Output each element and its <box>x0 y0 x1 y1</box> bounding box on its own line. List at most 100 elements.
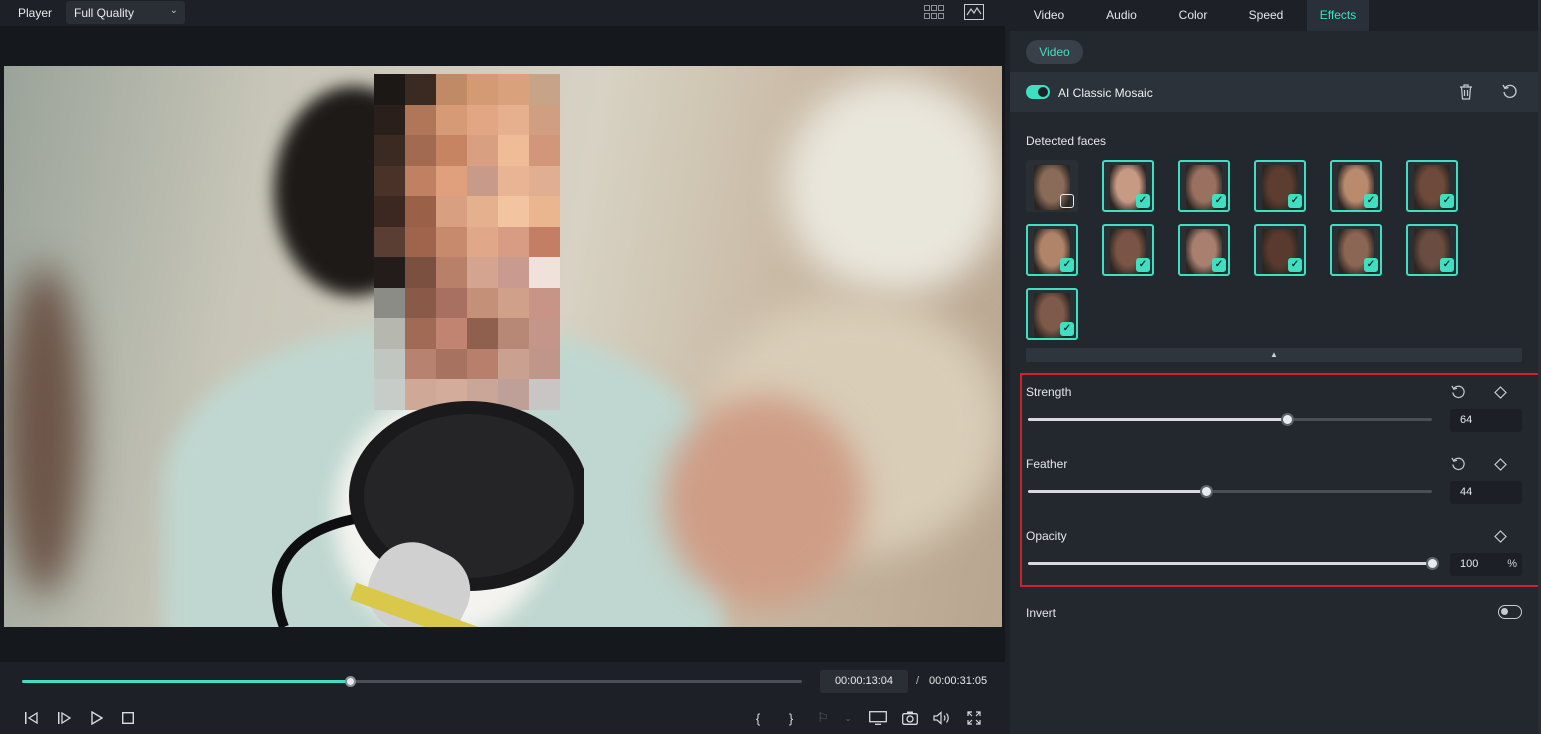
feather-reset-icon[interactable] <box>1449 455 1467 473</box>
face-thumbnail[interactable]: ✓ <box>1254 224 1306 276</box>
previous-frame-icon[interactable] <box>22 708 42 728</box>
subtab-video[interactable]: Video <box>1026 40 1083 64</box>
checkmark-icon[interactable]: ✓ <box>1288 258 1302 272</box>
shelf-shape <box>4 266 84 596</box>
checkmark-icon[interactable]: ✓ <box>1364 194 1378 208</box>
current-time[interactable]: 00:00:13:04 <box>820 670 908 693</box>
display-icon[interactable] <box>868 708 888 728</box>
play-icon[interactable] <box>87 708 107 728</box>
checkmark-icon[interactable]: ✓ <box>1212 194 1226 208</box>
strength-slider-handle[interactable] <box>1280 413 1294 426</box>
face-thumbnail[interactable]: ✓ <box>1026 224 1078 276</box>
feather-slider-handle[interactable] <box>1199 485 1213 498</box>
mosaic-block <box>467 348 498 379</box>
feather-value-input[interactable]: 44 <box>1450 481 1522 504</box>
face-thumbnail[interactable]: ✓ <box>1406 224 1458 276</box>
face-thumbnail[interactable]: ✓ <box>1102 224 1154 276</box>
mosaic-block <box>529 318 560 349</box>
mosaic-block <box>529 226 560 257</box>
reset-icon[interactable] <box>1502 84 1518 103</box>
mark-out-icon[interactable]: } <box>781 708 801 728</box>
effect-enable-toggle[interactable] <box>1026 85 1050 99</box>
opacity-keyframe-icon[interactable] <box>1491 527 1509 545</box>
quality-label: Full Quality <box>74 6 135 20</box>
checkmark-icon[interactable]: ✓ <box>1288 194 1302 208</box>
opacity-value-input[interactable]: 100 % <box>1450 553 1522 576</box>
mosaic-block <box>436 318 467 349</box>
opacity-slider-handle[interactable] <box>1426 557 1439 570</box>
face-thumbnail[interactable]: ✓ <box>1406 160 1458 212</box>
checkmark-icon[interactable]: ✓ <box>1060 258 1074 272</box>
mosaic-block <box>405 165 436 196</box>
volume-icon[interactable] <box>932 708 952 728</box>
mosaic-block <box>498 196 529 227</box>
tab-video[interactable]: Video <box>1029 0 1069 31</box>
mosaic-block <box>498 348 529 379</box>
mosaic-block <box>374 165 405 196</box>
mosaic-block <box>529 74 560 105</box>
snapshot-icon[interactable] <box>900 708 920 728</box>
mosaic-block <box>405 226 436 257</box>
window-light <box>784 76 1002 296</box>
mosaic-block <box>405 318 436 349</box>
face-thumbnail[interactable]: ✓ <box>1330 160 1382 212</box>
invert-toggle[interactable] <box>1498 605 1522 619</box>
face-thumbnail[interactable]: ✓ <box>1026 288 1078 340</box>
checkbox-empty-icon[interactable]: ✓ <box>1060 194 1074 208</box>
grid-view-icon[interactable] <box>924 5 944 22</box>
tab-color[interactable]: Color <box>1174 0 1212 31</box>
mosaic-block <box>436 226 467 257</box>
fullscreen-icon[interactable] <box>964 708 984 728</box>
tab-speed[interactable]: Speed <box>1244 0 1288 31</box>
mosaic-block <box>498 74 529 105</box>
face-thumbnail[interactable]: ✓ <box>1102 160 1154 212</box>
trash-icon[interactable] <box>1459 84 1473 103</box>
checkmark-icon[interactable]: ✓ <box>1136 194 1150 208</box>
tab-effects[interactable]: Effects <box>1307 0 1369 31</box>
mosaic-block <box>467 135 498 166</box>
strength-keyframe-icon[interactable] <box>1491 383 1509 401</box>
checkmark-icon[interactable]: ✓ <box>1060 322 1074 336</box>
strength-reset-icon[interactable] <box>1449 383 1467 401</box>
face-thumbnail[interactable]: ✓ <box>1178 224 1230 276</box>
face-thumbnail[interactable]: ✓ <box>1178 160 1230 212</box>
quality-dropdown[interactable]: Full Quality ⌄ <box>66 1 185 24</box>
checkmark-icon[interactable]: ✓ <box>1364 258 1378 272</box>
checkmark-icon[interactable]: ✓ <box>1136 258 1150 272</box>
stop-icon[interactable] <box>118 708 138 728</box>
next-frame-icon[interactable] <box>55 708 75 728</box>
checkmark-icon[interactable]: ✓ <box>1440 258 1454 272</box>
face-thumbnail[interactable]: ✓ <box>1026 160 1078 212</box>
mosaic-block <box>436 287 467 318</box>
mosaic-block <box>405 348 436 379</box>
checkmark-icon[interactable]: ✓ <box>1212 258 1226 272</box>
mosaic-block <box>467 318 498 349</box>
mosaic-block <box>374 135 405 166</box>
strength-value: 64 <box>1460 414 1473 426</box>
face-thumbnail[interactable]: ✓ <box>1330 224 1382 276</box>
mosaic-block <box>498 226 529 257</box>
mosaic-block <box>498 104 529 135</box>
opacity-label: Opacity <box>1026 529 1067 543</box>
hand-blur <box>664 396 864 606</box>
video-preview[interactable] <box>4 66 1002 627</box>
mark-in-icon[interactable]: { <box>748 708 768 728</box>
tab-audio[interactable]: Audio <box>1100 0 1143 31</box>
mosaic-block <box>529 257 560 288</box>
mosaic-block <box>405 257 436 288</box>
marker-icon[interactable]: ⚐ <box>813 708 833 728</box>
feather-label: Feather <box>1026 457 1068 471</box>
strength-value-input[interactable]: 64 <box>1450 409 1522 432</box>
collapse-faces-button[interactable]: ▲ <box>1026 348 1522 362</box>
mosaic-block <box>467 74 498 105</box>
mosaic-block <box>374 104 405 135</box>
marker-dropdown-icon[interactable]: ⌄ <box>838 708 858 728</box>
feather-keyframe-icon[interactable] <box>1491 455 1509 473</box>
mosaic-block <box>467 287 498 318</box>
checkmark-icon[interactable]: ✓ <box>1440 194 1454 208</box>
scope-icon[interactable] <box>964 4 984 23</box>
mosaic-block <box>498 165 529 196</box>
mosaic-block <box>498 135 529 166</box>
mosaic-block <box>374 348 405 379</box>
face-thumbnail[interactable]: ✓ <box>1254 160 1306 212</box>
